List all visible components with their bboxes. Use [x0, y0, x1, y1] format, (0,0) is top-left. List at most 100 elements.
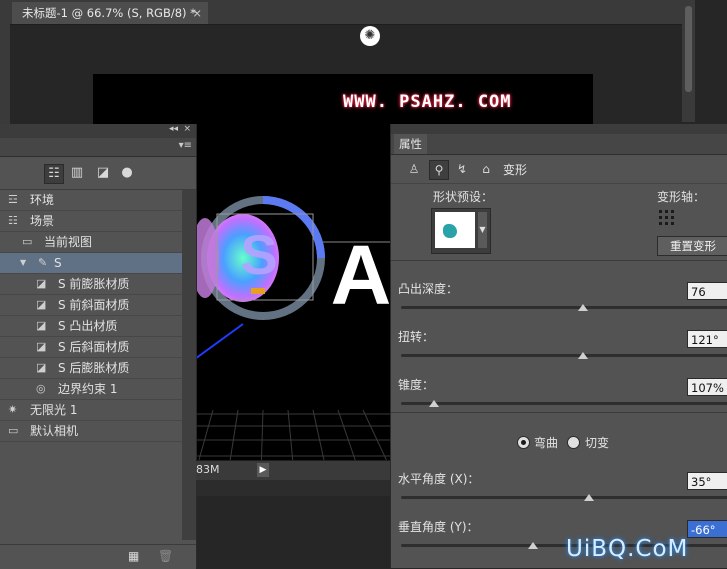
- coordinates-mode-icon[interactable]: ⌂: [477, 160, 495, 178]
- close-icon[interactable]: ×: [183, 124, 191, 134]
- deform-axis-label: 变形轴：: [657, 190, 706, 204]
- scene-tree-item-label: S 后斜面材质: [58, 340, 130, 354]
- field-value-input[interactable]: 76: [687, 282, 727, 300]
- slider-thumb[interactable]: [577, 304, 588, 311]
- scene-tree-item[interactable]: ◪ S 前斜面材质: [0, 295, 182, 316]
- slider-thumb[interactable]: [584, 494, 595, 501]
- scene-tree-item-label: S 凸出材质: [58, 319, 118, 333]
- mesh-icon: ✎: [38, 256, 48, 269]
- panel-header: [391, 124, 727, 134]
- tab-properties[interactable]: 属性: [394, 134, 427, 154]
- panel-header: ◂◂ ×: [0, 124, 196, 138]
- whole-scene-icon[interactable]: ☷: [44, 164, 64, 184]
- slider-track[interactable]: [401, 402, 727, 405]
- slider-thumb[interactable]: [429, 400, 439, 407]
- field-label: 扭转：: [398, 330, 435, 344]
- footer-watermark: UiBQ.CoM: [566, 536, 689, 562]
- field-value-input[interactable]: 121°: [687, 330, 727, 348]
- scene-tree-item[interactable]: ✷ 无限光 1: [0, 400, 182, 421]
- slider-thumb[interactable]: [528, 542, 538, 549]
- material-icon: ◪: [36, 319, 47, 332]
- materials-icon[interactable]: ◪: [94, 164, 112, 182]
- scene-3d-panel: ◂◂ × ▾≡ ☷ ▥ ◪ ● ☲ 环境 ☷ 场景 ▭ 当前视图 ▼ ✎ S ◪ S 前膨胀材质 ◪ S…: [0, 124, 197, 569]
- deform-axis-grid[interactable]: [659, 210, 679, 228]
- scene-tree-item-label: S 后膨胀材质: [58, 361, 130, 375]
- shear-radio[interactable]: [567, 436, 580, 449]
- new-object-icon[interactable]: ▦: [128, 549, 139, 563]
- scene-icon: ☷: [8, 214, 18, 227]
- meshes-icon[interactable]: ▥: [68, 164, 86, 182]
- properties-panel: 属性 ♙ ⚲ ↯ ⌂ 变形 形状预设： 变形轴： ▼ 重置变形 弯曲 切变 凸出…: [390, 124, 727, 568]
- panel-footer: ▦ 🗑: [0, 544, 196, 569]
- pivot-base: [251, 288, 265, 294]
- deform-mode-icon[interactable]: ⚲: [429, 160, 449, 180]
- field-label: 凸出深度：: [398, 282, 459, 296]
- memory-readout: 83M: [196, 463, 220, 476]
- spinner-icon: ✺: [360, 26, 380, 46]
- scene-tree-item[interactable]: ◪ S 后斜面材质: [0, 337, 182, 358]
- panel-menu-icon[interactable]: ▾≡: [179, 140, 192, 151]
- scene-tree-item[interactable]: ▭ 默认相机: [0, 421, 182, 442]
- slider-track[interactable]: [401, 354, 727, 357]
- scene-tree-item-label: 环境: [30, 193, 55, 207]
- divider: [391, 412, 727, 413]
- trash-icon: 🗑: [158, 549, 174, 563]
- scene-tree-scrollbar[interactable]: [182, 190, 196, 540]
- scene-tree-item[interactable]: ▼ ✎ S: [0, 253, 182, 274]
- lights-icon[interactable]: ●: [118, 164, 136, 182]
- properties-tab-strip: 属性: [391, 134, 727, 155]
- mesh-mode-icon[interactable]: ♙: [405, 160, 423, 178]
- tools-strip: [0, 24, 10, 134]
- shape-preset-picker[interactable]: ▼: [431, 208, 491, 254]
- scene-filter-toolbar: ☷ ▥ ◪ ●: [0, 157, 196, 190]
- site-watermark: WWW. PSAHZ. COM: [343, 92, 512, 112]
- material-icon: ◪: [36, 361, 47, 374]
- scene-tree-item[interactable]: ◎ 边界约束 1: [0, 379, 182, 400]
- scene-tree-item[interactable]: ☲ 环境: [0, 190, 182, 211]
- document-tab[interactable]: 未标题-1 @ 66.7% (S, RGB/8) * ×: [12, 2, 208, 24]
- camera-icon: ▭: [8, 424, 19, 437]
- material-icon: ◪: [36, 277, 47, 290]
- field-value-input[interactable]: 107%: [687, 378, 727, 396]
- scene-tree-item[interactable]: ☷ 场景: [0, 211, 182, 232]
- document-tab-title: 未标题-1 @ 66.7% (S, RGB/8) *: [22, 6, 196, 20]
- bend-radio[interactable]: [517, 436, 530, 449]
- cap-mode-icon[interactable]: ↯: [453, 160, 471, 178]
- field-value-input[interactable]: 35°: [687, 472, 727, 490]
- infinite-light-icon: ✷: [8, 403, 18, 416]
- scene-tree-item-label: 当前视图: [44, 235, 93, 249]
- field-label: 锥度：: [398, 378, 435, 392]
- reset-deform-button[interactable]: 重置变形: [657, 236, 727, 256]
- chevron-down-icon[interactable]: ▼: [478, 212, 487, 248]
- scene-tree-item[interactable]: ◪ S 凸出材质: [0, 316, 182, 337]
- scene-tree-item-label: S: [54, 256, 62, 270]
- shape-preview-icon: [443, 224, 457, 238]
- shear-radio-label: 切变: [585, 436, 610, 450]
- horizontal-scrollbar[interactable]: [196, 480, 390, 496]
- shape-preset-preview: [435, 212, 475, 248]
- scene-tree-item[interactable]: ◪ S 后膨胀材质: [0, 358, 182, 379]
- scene-tree: ☲ 环境 ☷ 场景 ▭ 当前视图 ▼ ✎ S ◪ S 前膨胀材质 ◪ S 前斜面材质 ◪ S 凸出材质 ◪ S …: [0, 190, 182, 442]
- field-label: 垂直角度 (Y)：: [398, 520, 479, 534]
- collapse-icon[interactable]: ◂◂: [169, 124, 178, 134]
- slider-track[interactable]: [401, 306, 727, 309]
- divider: [391, 260, 727, 261]
- slider-thumb[interactable]: [577, 352, 588, 359]
- section-title: 变形: [503, 163, 528, 177]
- close-icon[interactable]: ×: [192, 2, 202, 24]
- slider-track[interactable]: [401, 496, 727, 499]
- status-menu-icon[interactable]: ▶: [257, 463, 269, 477]
- properties-mode-bar: ♙ ⚲ ↯ ⌂ 变形: [391, 155, 727, 184]
- scene-tree-item[interactable]: ▭ 当前视图: [0, 232, 182, 253]
- scene-tree-item-label: S 前膨胀材质: [58, 277, 130, 291]
- scene-tree-item-label: 边界约束 1: [58, 382, 118, 396]
- material-icon: ◪: [36, 340, 47, 353]
- field-value-input[interactable]: -66°: [687, 520, 727, 538]
- constraint-icon: ◎: [36, 382, 46, 395]
- environment-icon: ☲: [8, 193, 18, 206]
- shape-preset-label: 形状预设：: [433, 190, 494, 204]
- scrollbar-thumb[interactable]: [685, 6, 692, 92]
- scene-tree-item-label: 场景: [30, 214, 55, 228]
- scene-tree-item[interactable]: ◪ S 前膨胀材质: [0, 274, 182, 295]
- expand-toggle-icon[interactable]: ▼: [20, 253, 26, 273]
